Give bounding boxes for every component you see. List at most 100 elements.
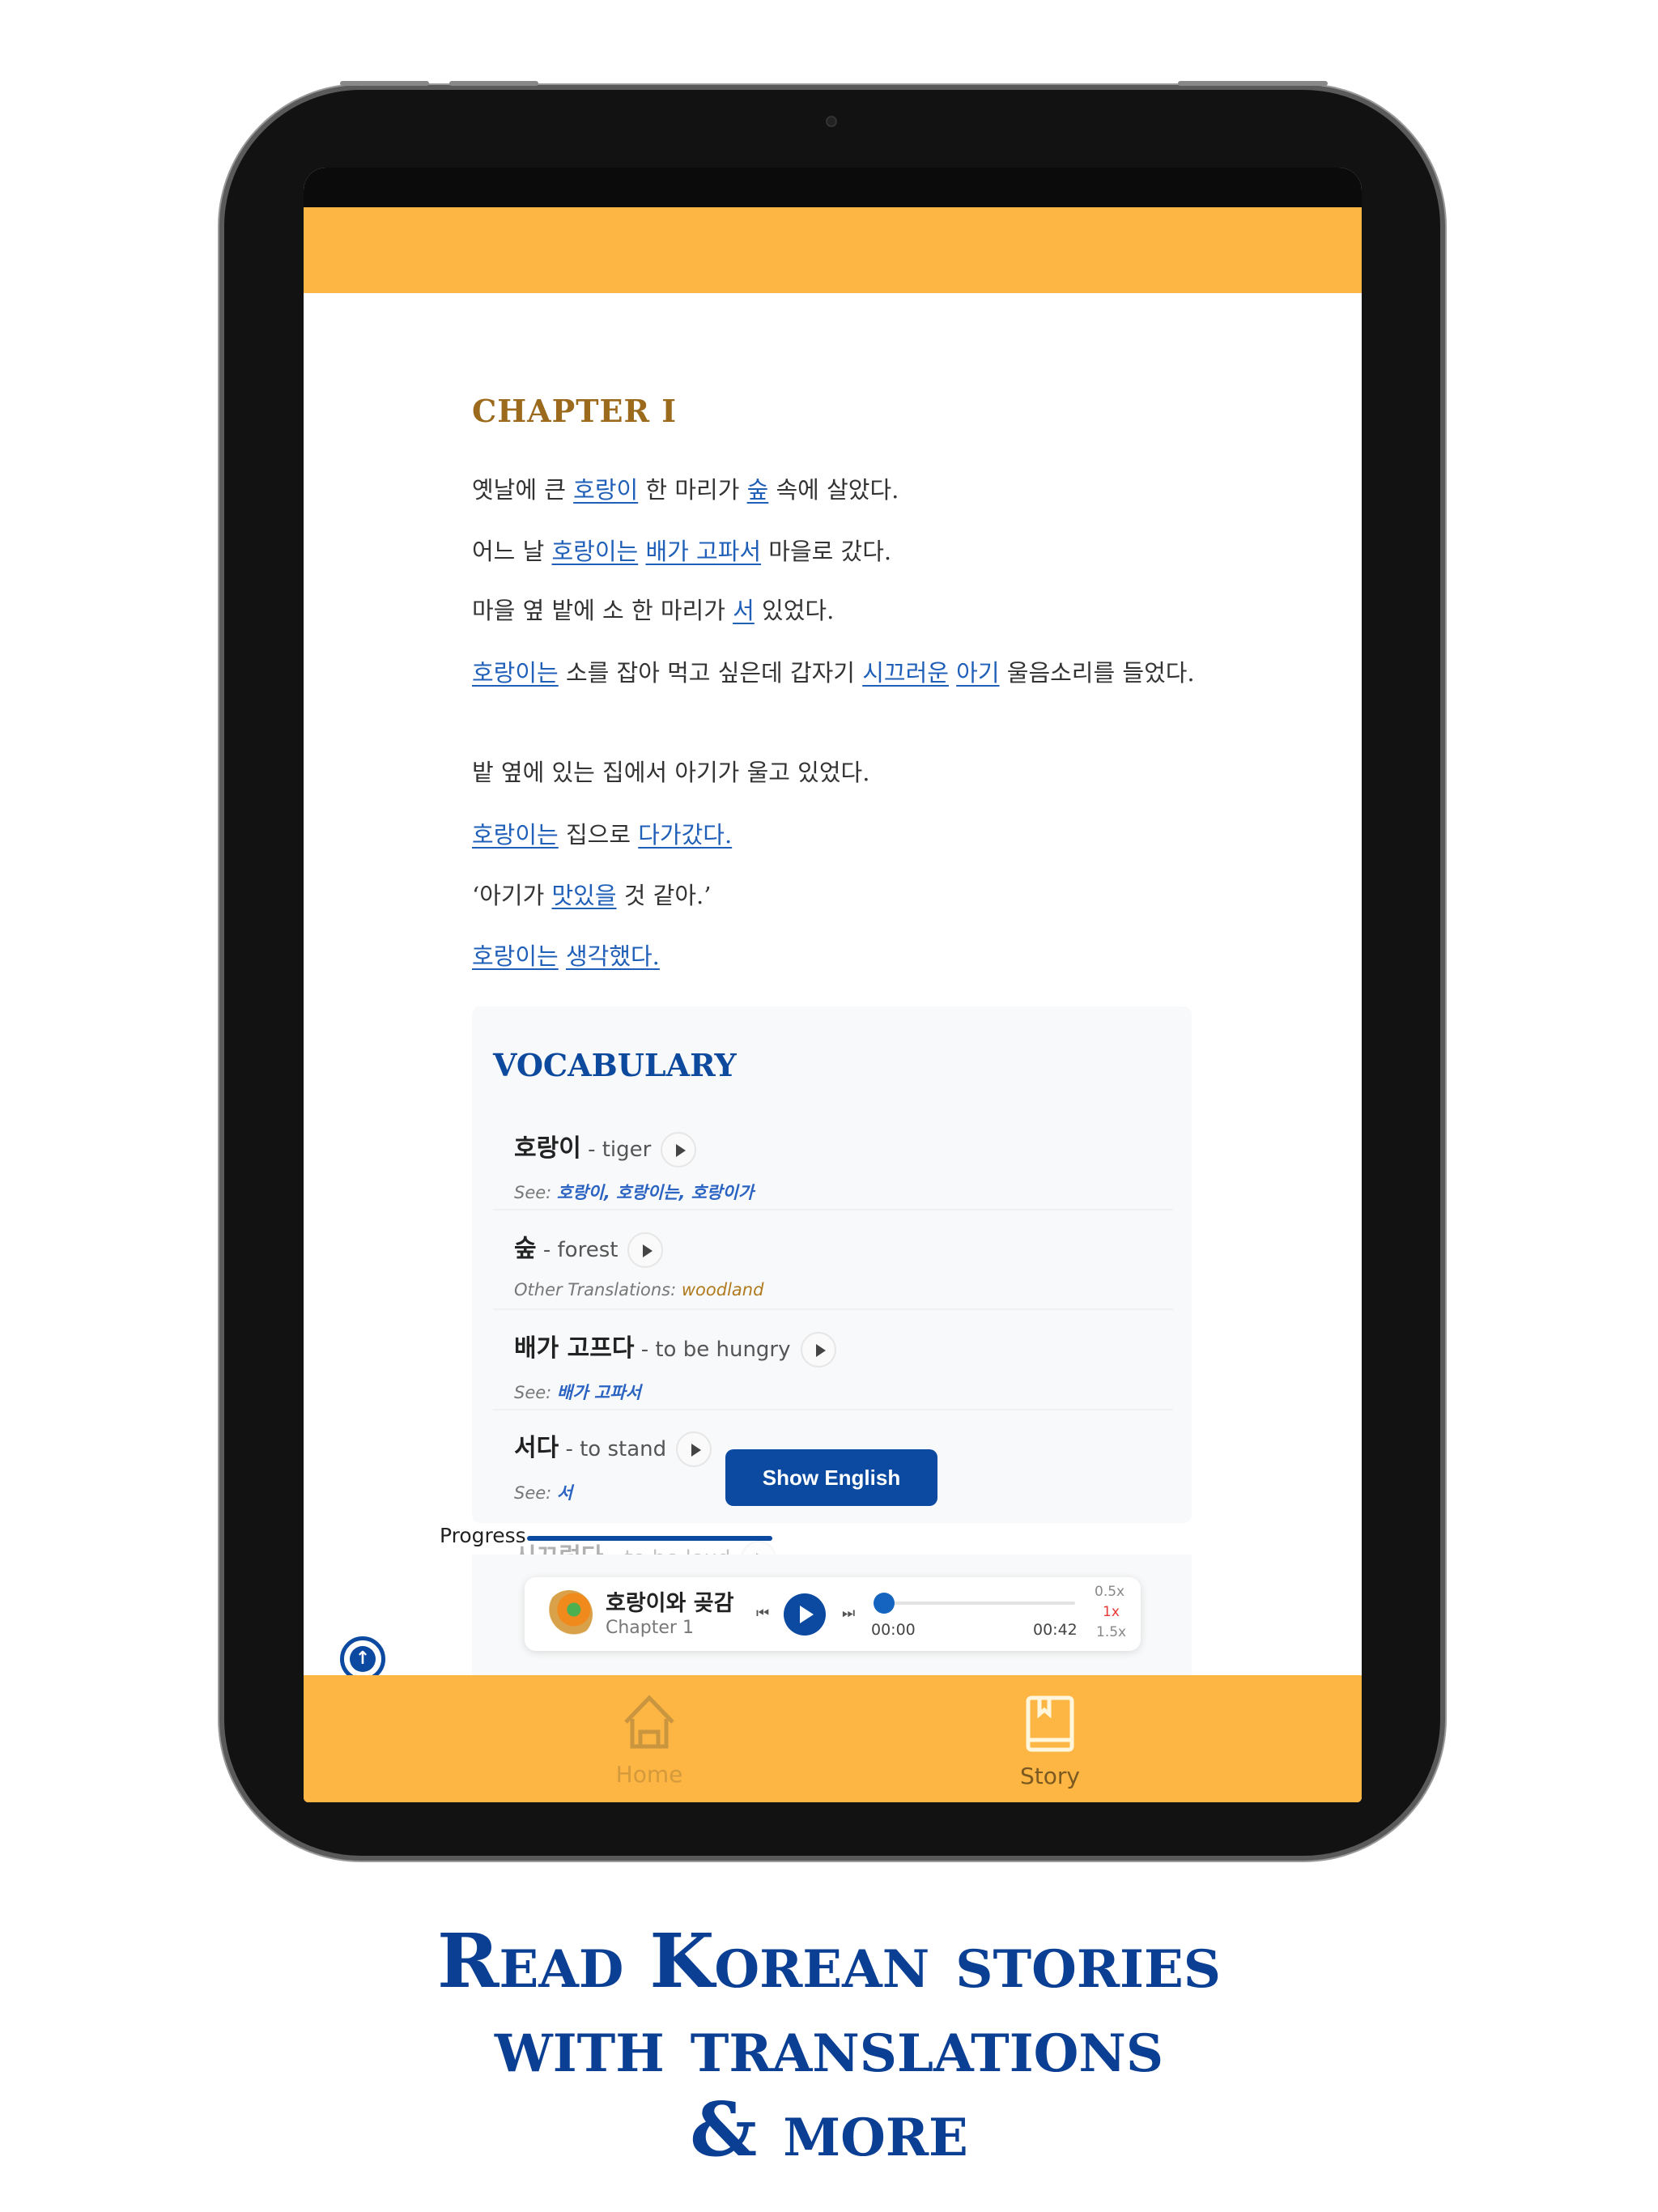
camera — [826, 116, 837, 127]
vocab-link[interactable]: 다가갔다. — [638, 821, 732, 849]
seek-handle[interactable] — [874, 1593, 895, 1614]
vocab-link[interactable]: 호랑이는 — [472, 659, 559, 687]
vocab-definition: - to be hungry — [634, 1338, 791, 1362]
vocab-link[interactable]: 호랑이 — [573, 476, 638, 504]
seek-track[interactable] — [881, 1602, 1075, 1605]
speed-option[interactable]: 1.5x — [1096, 1624, 1126, 1640]
divider — [493, 1209, 1173, 1210]
story-sentence: 옛날에 큰 호랑이 한 마리가 숲 속에 살았다. — [472, 470, 1201, 509]
vocab-item: 서다 - to stand — [514, 1427, 712, 1467]
note-value[interactable]: 호랑이, 호랑이는, 호랑이가 — [557, 1183, 754, 1202]
vocab-link[interactable]: 시끄러운 — [862, 659, 949, 687]
note-value: woodland — [681, 1280, 764, 1300]
divider — [493, 1409, 1173, 1410]
story-sentence: 마을 옆 밭에 소 한 마리가 서 있었다. — [472, 591, 1201, 630]
note-label: See: — [514, 1483, 557, 1503]
nav-home-label: Home — [615, 1761, 683, 1788]
audio-player: 호랑이와 곶감 Chapter 1 ⏮ ⏭ 00:00 00:42 0.5x 1… — [525, 1577, 1141, 1651]
caption-line: Read Korean stories — [436, 1917, 1221, 2005]
speed-option[interactable]: 1x — [1103, 1604, 1120, 1620]
vocab-definition: - forest — [536, 1238, 619, 1262]
vocabulary-panel: VOCABULARY 호랑이 - tiger See: 호랑이, 호랑이는, 호랑… — [472, 1006, 1192, 1708]
sentence-text — [559, 942, 566, 970]
home-icon — [624, 1695, 674, 1749]
bottom-nav: Home Story — [304, 1675, 1362, 1802]
vocab-link[interactable]: 호랑이는 — [472, 821, 559, 849]
marketing-caption: Read Korean stories with translations & … — [0, 1919, 1658, 2172]
sentence-text: 있었다. — [754, 597, 835, 624]
vocab-link[interactable]: 숲 — [747, 476, 769, 504]
vocab-link[interactable]: 호랑이는 — [472, 942, 559, 970]
vocab-item: 호랑이 - tiger — [514, 1128, 697, 1168]
volume-button — [340, 81, 429, 86]
story-sentence: 호랑이는 집으로 다가갔다. — [472, 815, 1201, 854]
story-cover-image — [546, 1590, 593, 1639]
duration: 00:42 — [1033, 1621, 1078, 1639]
volume-button — [449, 81, 538, 86]
divider — [493, 1308, 1173, 1310]
chapter-title: CHAPTER I — [472, 393, 678, 429]
nav-story-label: Story — [1020, 1763, 1080, 1789]
vocab-link[interactable]: 호랑이는 — [551, 538, 638, 565]
vocab-note: See: 호랑이, 호랑이는, 호랑이가 — [514, 1180, 754, 1204]
vocab-note: Other Translations: woodland — [514, 1280, 763, 1300]
note-label: Other Translations: — [514, 1280, 682, 1300]
note-value[interactable]: 서 — [557, 1483, 572, 1503]
story-sentence: 호랑이는 소를 잡아 먹고 싶은데 갑자기 시끄러운 아기 울음소리를 들었다. — [472, 653, 1201, 692]
sentence-text: 울음소리를 들었다. — [999, 659, 1195, 687]
sentence-text: 속에 살았다. — [768, 476, 899, 504]
play-audio-icon[interactable] — [627, 1231, 664, 1268]
vocab-word: 배가 고프다 — [514, 1334, 635, 1363]
vocab-link[interactable]: 배가 고파서 — [645, 538, 761, 565]
book-icon — [1026, 1695, 1074, 1752]
sentence-text: 옛날에 큰 — [472, 476, 574, 504]
sentence-text: 것 같아.’ — [616, 882, 712, 909]
previous-track-icon[interactable]: ⏮ — [756, 1605, 769, 1622]
nav-story[interactable]: Story — [969, 1695, 1131, 1789]
speed-option[interactable]: 0.5x — [1095, 1584, 1124, 1600]
vocab-word: 숲 — [514, 1235, 537, 1263]
nav-home[interactable]: Home — [568, 1695, 730, 1788]
vocab-item: 숲 - forest — [514, 1228, 664, 1268]
sentence-text: 집으로 — [558, 821, 639, 849]
play-audio-icon[interactable] — [661, 1131, 697, 1168]
vocab-link[interactable]: 서 — [733, 597, 755, 624]
story-sentence: 어느 날 호랑이는 배가 고파서 마을로 갔다. — [472, 532, 1201, 571]
story-sentence: 밭 옆에 있는 집에서 아기가 울고 있었다. — [472, 753, 1201, 792]
vocab-definition: - to stand — [559, 1437, 667, 1461]
vocabulary-title: VOCABULARY — [493, 1047, 737, 1083]
arrow-up-icon: ↑ — [350, 1646, 376, 1672]
sentence-text: 소를 잡아 먹고 싶은데 갑자기 — [558, 659, 863, 687]
story-sentence: ‘아기가 맛있을 것 같아.’ — [472, 876, 1201, 915]
vocab-definition: - tiger — [580, 1138, 652, 1162]
vocab-note: See: 서 — [514, 1480, 572, 1504]
vocab-item: 배가 고프다 - to be hungry — [514, 1328, 836, 1368]
vocab-word: 호랑이 — [514, 1134, 581, 1163]
story-sentence: 호랑이는 생각했다. — [472, 937, 1201, 976]
show-english-button[interactable]: Show English — [725, 1449, 937, 1506]
sentence-text: 어느 날 — [472, 538, 552, 565]
vocab-link[interactable]: 아기 — [956, 659, 999, 687]
sentence-text — [949, 659, 956, 687]
next-track-icon[interactable]: ⏭ — [842, 1605, 855, 1622]
player-title: 호랑이와 곶감 — [606, 1591, 734, 1616]
note-value[interactable]: 배가 고파서 — [557, 1383, 641, 1402]
vocab-word: 서다 — [514, 1434, 559, 1462]
vocab-link[interactable]: 맛있을 — [551, 882, 616, 909]
sentence-text: ‘아기가 — [472, 882, 552, 909]
vocab-note: See: 배가 고파서 — [514, 1380, 641, 1404]
play-audio-icon[interactable] — [800, 1331, 836, 1368]
sentence-text: 한 마리가 — [638, 476, 747, 504]
player-chapter: Chapter 1 — [606, 1618, 694, 1638]
progress-label: Progress — [440, 1524, 526, 1547]
status-bar — [304, 168, 1362, 207]
play-audio-icon[interactable] — [676, 1431, 712, 1467]
sentence-text: 마을 옆 밭에 소 한 마리가 — [472, 597, 733, 624]
app-header — [304, 207, 1362, 293]
note-label: See: — [514, 1183, 557, 1202]
play-button[interactable] — [784, 1593, 826, 1636]
caption-line: with translations — [494, 2001, 1164, 2089]
vocab-link[interactable]: 생각했다. — [566, 942, 660, 970]
caption-line: & more — [690, 2086, 968, 2173]
sentence-text: 마을로 갔다. — [761, 538, 892, 565]
